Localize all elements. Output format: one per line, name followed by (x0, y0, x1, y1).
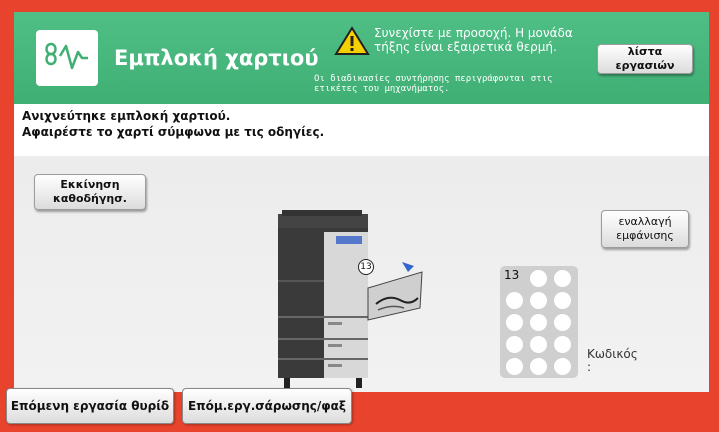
next-scan-fax-job-button[interactable]: Επόμ.εργ.σάρωσης/φαξ (182, 388, 352, 424)
next-job-mailbox-button[interactable]: Επόμενη εργασία θυρίδ (6, 388, 174, 424)
location-number-badge: 13 (358, 259, 374, 275)
keypad-count: 13 (504, 268, 520, 282)
keypad-key[interactable] (506, 314, 523, 331)
keypad-key[interactable] (554, 314, 571, 331)
keypad-key[interactable] (554, 336, 571, 353)
keypad-key[interactable] (554, 358, 571, 375)
code-label-block: Κωδικός : (587, 348, 638, 374)
keypad-key[interactable] (530, 336, 547, 353)
switch-view-button[interactable]: εναλλαγή εμφάνισης (601, 210, 689, 248)
warning-text: Συνεχίστε με προσοχή. Η μονάδα τήξης είν… (374, 26, 573, 54)
keypad-key[interactable] (530, 292, 547, 309)
message-line-2: Αφαιρέστε το χαρτί σύμφωνα με τις οδηγίε… (22, 125, 325, 139)
keypad-key[interactable] (554, 292, 571, 309)
code-value: : (587, 360, 592, 374)
control-panel-screen: Εμπλοκή χαρτιού Συνεχίστε με προσοχή. Η … (14, 12, 709, 392)
job-list-button[interactable]: λίστα εργασιών (597, 44, 693, 74)
copier-illustration (278, 210, 423, 388)
keypad-key[interactable] (530, 314, 547, 331)
maintenance-note: Οι διαδικασίες συντήρησης περιγράφονται … (314, 74, 553, 94)
keypad-panel: 13 (500, 266, 578, 378)
code-label: Κωδικός (587, 347, 638, 361)
keypad-key[interactable] (554, 270, 571, 287)
keypad-key[interactable] (530, 270, 547, 287)
page-title: Εμπλοκή χαρτιού (114, 46, 319, 70)
message-line-1: Ανιχνεύτηκε εμπλοκή χαρτιού. (22, 109, 231, 123)
keypad-key[interactable] (506, 358, 523, 375)
keypad-key[interactable] (506, 336, 523, 353)
message-area: Ανιχνεύτηκε εμπλοκή χαρτιού. Αφαιρέστε τ… (14, 104, 709, 156)
header-bar: Εμπλοκή χαρτιού Συνεχίστε με προσοχή. Η … (14, 12, 709, 104)
paper-jam-icon (36, 30, 98, 86)
keypad-key[interactable] (530, 358, 547, 375)
keypad-key[interactable] (506, 292, 523, 309)
warning-icon (334, 26, 370, 55)
message-text: Ανιχνεύτηκε εμπλοκή χαρτιού. Αφαιρέστε τ… (22, 108, 324, 140)
start-guide-button[interactable]: Εκκίνηση καθοδήγησ. (34, 174, 146, 210)
